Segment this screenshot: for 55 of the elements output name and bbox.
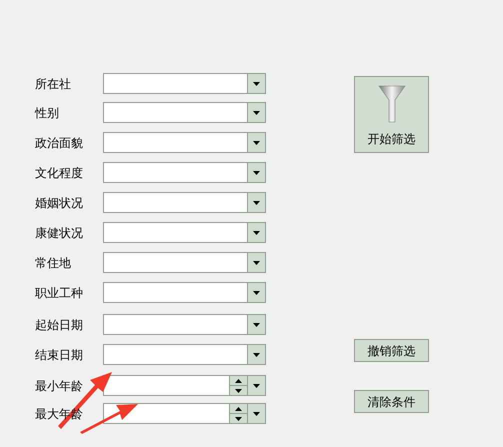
- field-label: 结束日期: [35, 346, 84, 364]
- dropdown-button[interactable]: [247, 404, 265, 423]
- caret-down-icon: [253, 140, 260, 144]
- caret-down-icon: [253, 290, 260, 294]
- field-label: 文化程度: [35, 164, 84, 182]
- caret-down-icon: [235, 416, 242, 420]
- caret-down-icon: [253, 170, 260, 174]
- field-label: 康健状况: [35, 224, 84, 242]
- caret-down-icon: [253, 260, 260, 264]
- number-field[interactable]: [103, 375, 266, 396]
- caret-down-icon: [253, 352, 260, 356]
- dropdown-field[interactable]: [103, 314, 266, 335]
- dropdown-button[interactable]: [247, 283, 265, 302]
- caret-down-icon: [253, 384, 260, 388]
- dropdown-button[interactable]: [247, 253, 265, 272]
- field-label: 所在社: [35, 76, 72, 92]
- dropdown-button[interactable]: [247, 376, 265, 395]
- dropdown-field[interactable]: [103, 73, 266, 94]
- dropdown-button[interactable]: [247, 103, 265, 122]
- caret-down-icon: [253, 322, 260, 326]
- dropdown-button[interactable]: [247, 315, 265, 334]
- dropdown-field[interactable]: [103, 252, 266, 273]
- dropdown-field[interactable]: [103, 132, 266, 153]
- field-label: 婚姻状况: [35, 194, 84, 212]
- caret-down-icon: [253, 200, 260, 204]
- dropdown-field[interactable]: [103, 344, 266, 365]
- funnel-icon: [376, 84, 406, 124]
- field-label: 最小年龄: [35, 378, 84, 394]
- caret-down-icon: [235, 388, 242, 392]
- dropdown-field[interactable]: [103, 162, 266, 183]
- caret-up-icon: [235, 378, 242, 382]
- dropdown-field[interactable]: [103, 192, 266, 213]
- field-label: 常住地: [35, 254, 72, 272]
- caret-down-icon: [253, 230, 260, 234]
- dropdown-button[interactable]: [247, 345, 265, 364]
- dropdown-button[interactable]: [247, 193, 265, 212]
- dropdown-button[interactable]: [247, 163, 265, 182]
- filter-button[interactable]: 开始筛选: [354, 76, 429, 153]
- caret-down-icon: [253, 412, 260, 416]
- caret-down-icon: [253, 110, 260, 114]
- dropdown-button[interactable]: [247, 133, 265, 152]
- dropdown-field[interactable]: [103, 222, 266, 243]
- number-field[interactable]: [103, 403, 266, 424]
- action-button[interactable]: 清除条件: [354, 390, 429, 413]
- caret-down-icon: [253, 82, 260, 86]
- field-label: 起始日期: [35, 316, 84, 334]
- action-button[interactable]: 撤销筛选: [354, 339, 429, 362]
- field-label: 职业工种: [35, 284, 84, 302]
- caret-up-icon: [235, 406, 242, 410]
- dropdown-button[interactable]: [247, 223, 265, 242]
- dropdown-field[interactable]: [103, 282, 266, 303]
- dropdown-button[interactable]: [247, 74, 265, 93]
- dropdown-field[interactable]: [103, 102, 266, 123]
- field-label: 性别: [35, 104, 60, 122]
- field-label: 政治面貌: [35, 134, 84, 152]
